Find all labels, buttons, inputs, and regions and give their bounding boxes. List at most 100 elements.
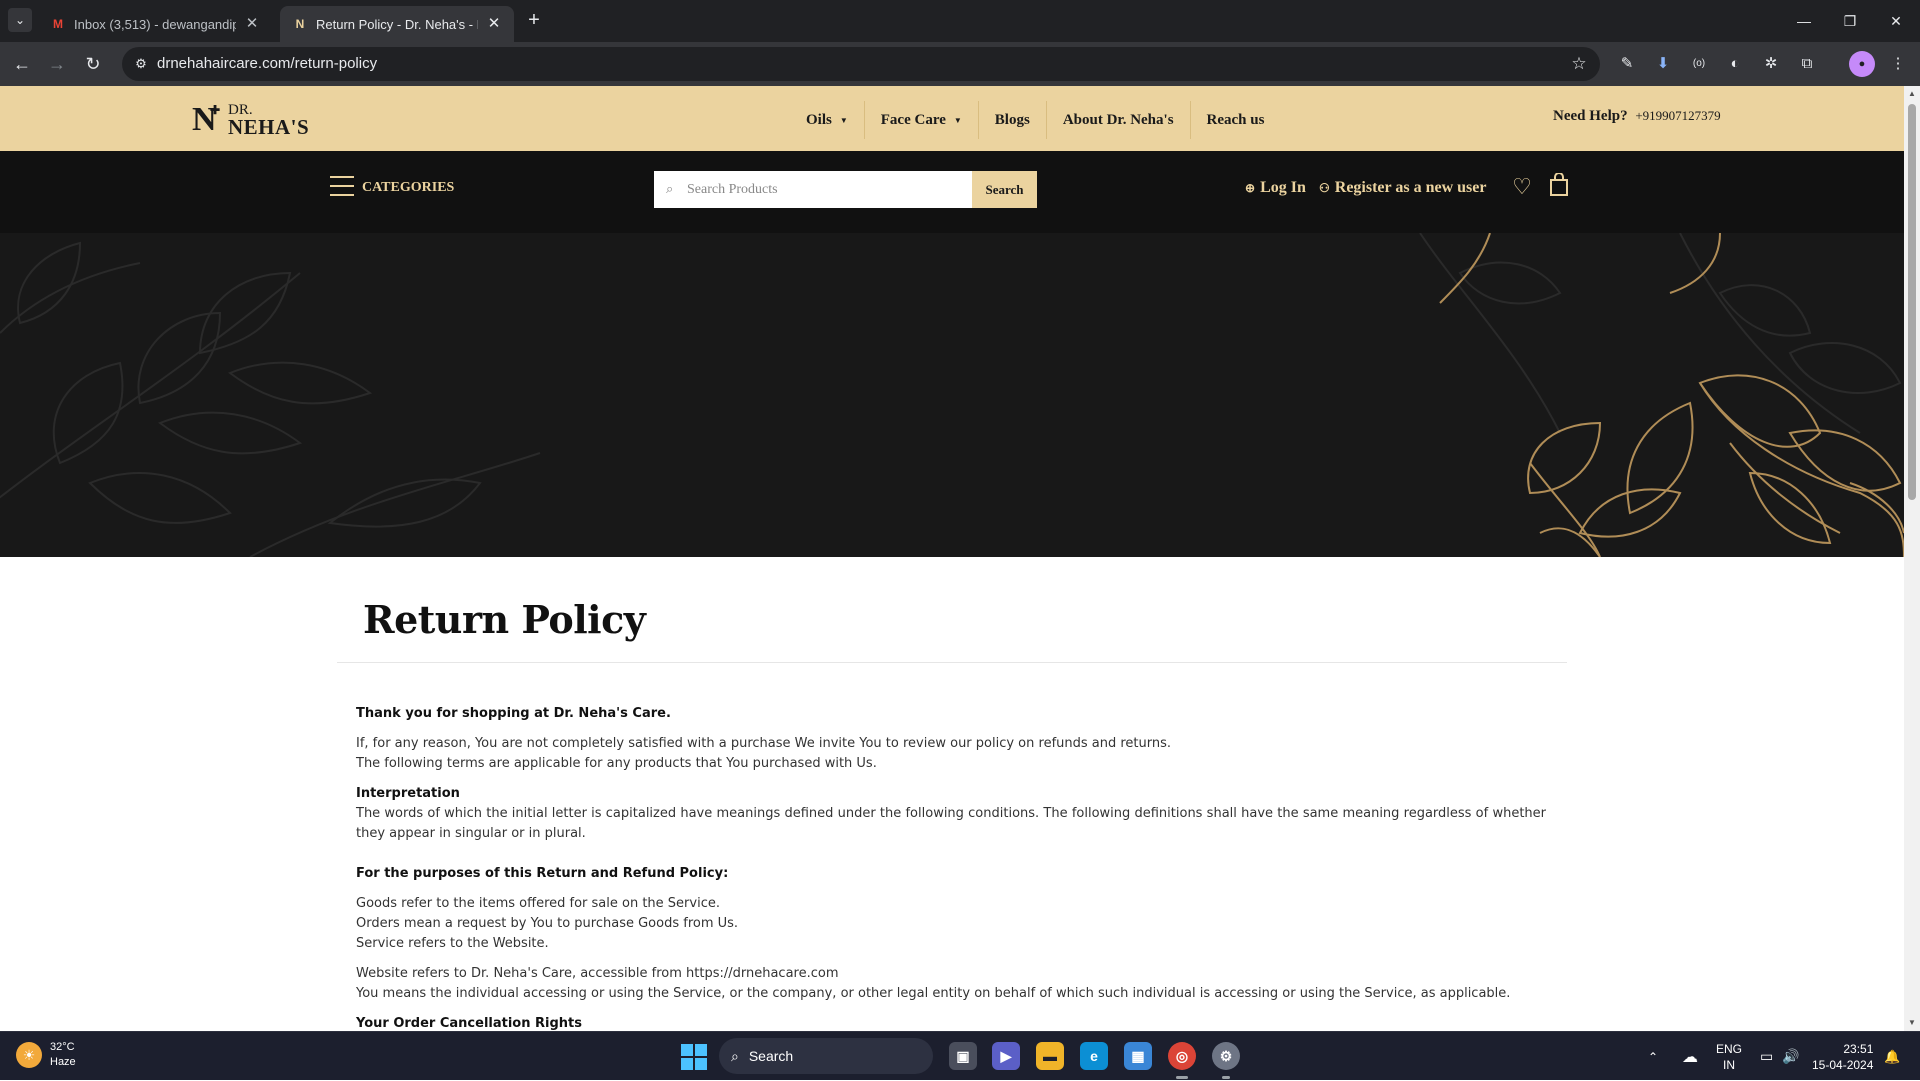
more-menu-icon[interactable]: ⋮ xyxy=(1887,53,1909,75)
help-phone-link[interactable]: +919907127379 xyxy=(1635,108,1720,123)
onedrive-cloud-icon[interactable]: ☁ xyxy=(1682,1032,1698,1081)
nav-label: Reach us xyxy=(1206,111,1265,128)
settings-gear-icon[interactable]: ⚙ xyxy=(1212,1042,1240,1070)
nav-reach-us[interactable]: Reach us xyxy=(1191,101,1281,139)
tab-title: Return Policy - Dr. Neha's - Bes xyxy=(316,16,478,32)
definition-goods: Goods refer to the items offered for sal… xyxy=(356,896,720,911)
back-arrow-icon[interactable]: ← xyxy=(8,50,36,78)
clock-date: 15-04-2024 xyxy=(1812,1057,1874,1072)
edge-browser-icon[interactable]: e xyxy=(1080,1042,1108,1070)
register-link[interactable]: ⚇ Register as a new user xyxy=(1319,179,1486,197)
wishlist-heart-icon[interactable]: ♡ xyxy=(1508,173,1536,201)
categories-menu[interactable]: CATEGORIES xyxy=(330,176,454,196)
puzzle-extensions-icon[interactable]: ⧉ xyxy=(1796,53,1818,75)
url-text[interactable]: drnehahaircare.com/return-policy xyxy=(157,47,377,81)
help-contact: Need Help? +919907127379 xyxy=(1553,108,1721,125)
nav-label: Face Care xyxy=(880,111,946,128)
taskbar-search[interactable]: ⌕ Search xyxy=(719,1038,933,1074)
nav-blogs[interactable]: Blogs xyxy=(979,101,1047,139)
scrollbar-thumb[interactable] xyxy=(1908,104,1916,500)
hero-banner xyxy=(0,233,1904,557)
clock[interactable]: 23:51 15-04-2024 xyxy=(1812,1032,1873,1081)
language-indicator[interactable]: ENG IN xyxy=(1716,1032,1742,1081)
forward-arrow-icon[interactable]: → xyxy=(43,50,71,78)
search-icon: ⌕ xyxy=(666,181,674,196)
logo-neha: NEHA'S xyxy=(228,115,310,139)
site-info-icon[interactable]: ⚙ xyxy=(132,55,150,73)
close-tab-icon[interactable]: ✕ xyxy=(486,16,502,32)
scroll-down-arrow-icon[interactable]: ▼ xyxy=(1904,1015,1920,1031)
search-icon: ⌕ xyxy=(731,1047,739,1064)
nav-label: About Dr. Neha's xyxy=(1062,111,1174,128)
scroll-up-arrow-icon[interactable]: ▲ xyxy=(1904,86,1920,102)
volume-icon[interactable]: 🔊 xyxy=(1782,1032,1799,1081)
intro-paragraph-2: The following terms are applicable for a… xyxy=(356,756,877,771)
weather-temp: 32°C xyxy=(50,1041,75,1053)
bookmark-star-icon[interactable]: ☆ xyxy=(1568,53,1590,75)
categories-label: CATEGORIES xyxy=(362,180,455,195)
leaf-pattern-decoration xyxy=(0,233,1904,557)
address-bar[interactable]: ⚙ drnehahaircare.com/return-policy ☆ xyxy=(122,47,1600,81)
title-divider xyxy=(337,662,1567,663)
page-scrollbar[interactable]: ▲ ▼ xyxy=(1904,86,1920,1031)
hamburger-menu-icon xyxy=(330,176,354,196)
network-icon[interactable]: ▭ xyxy=(1760,1032,1773,1081)
teams-chat-icon[interactable]: ▶ xyxy=(992,1042,1020,1070)
main-nav: Oils ▼ Face Care ▼ Blogs About Dr. Neha's … xyxy=(790,101,1280,139)
circle-extension-icon[interactable]: ◐ xyxy=(1724,53,1746,75)
new-tab-plus-icon[interactable]: + xyxy=(520,6,548,34)
definition-website: Website refers to Dr. Neha's Care, acces… xyxy=(356,966,839,981)
download-extension-icon[interactable]: ⬇ xyxy=(1652,53,1674,75)
taskbar-search-label: Search xyxy=(748,1048,794,1064)
search-input[interactable] xyxy=(654,171,972,208)
shopping-bag-icon[interactable] xyxy=(1545,172,1573,201)
search-button[interactable]: Search xyxy=(972,171,1037,208)
weather-haze-icon: ☀ xyxy=(16,1042,42,1068)
tray-overflow-chevron-icon[interactable]: ⌃ xyxy=(1648,1032,1658,1081)
nav-face-care[interactable]: Face Care ▼ xyxy=(865,101,979,139)
logo-cross-icon: ✚ xyxy=(210,103,221,117)
tab-search-chevron-down-icon[interactable]: ⌄ xyxy=(8,8,32,32)
pen-extension-icon[interactable]: ✎ xyxy=(1616,53,1638,75)
weather-widget[interactable]: ☀ 32°C Haze xyxy=(16,1040,76,1070)
nav-oils[interactable]: Oils ▼ xyxy=(790,101,865,139)
user-add-icon: ⚇ xyxy=(1319,180,1330,195)
close-tab-icon[interactable]: ✕ xyxy=(244,16,260,32)
nav-about[interactable]: About Dr. Neha's xyxy=(1047,101,1191,139)
brand-logo[interactable]: N ✚ DR. NEHA'S xyxy=(192,102,312,140)
tab-gmail-inbox[interactable]: M Inbox (3,513) - dewangandipen ✕ xyxy=(38,6,272,42)
caret-down-icon: ▼ xyxy=(839,115,848,125)
weather-condition: Haze xyxy=(50,1056,76,1068)
page-viewport: N ✚ DR. NEHA'S Oils ▼ Face Care ▼ Blogs Ab… xyxy=(0,86,1904,1031)
file-explorer-icon[interactable]: ▬ xyxy=(1036,1042,1064,1070)
bracket-extension-icon[interactable]: (o) xyxy=(1688,53,1710,75)
tab-return-policy[interactable]: N Return Policy - Dr. Neha's - Bes ✕ xyxy=(280,6,514,42)
login-link[interactable]: ⊕ Log In xyxy=(1245,179,1306,197)
windows-start-icon[interactable] xyxy=(681,1044,707,1070)
browser-tab-strip: ⌄ M Inbox (3,513) - dewangandipen ✕ N Re… xyxy=(0,0,1920,42)
chrome-icon[interactable]: ◎ xyxy=(1168,1042,1196,1070)
close-window-icon[interactable]: ✕ xyxy=(1873,0,1919,42)
site-favicon-icon: N xyxy=(295,17,305,31)
definition-you: You means the individual accessing or us… xyxy=(356,986,1511,1001)
microsoft-store-icon[interactable]: ▦ xyxy=(1124,1042,1152,1070)
settings-running-indicator xyxy=(1222,1076,1230,1079)
definition-orders: Orders mean a request by You to purchase… xyxy=(356,916,739,931)
register-label: Register as a new user xyxy=(1334,179,1487,196)
gear-extension-icon[interactable]: ✲ xyxy=(1760,53,1782,75)
nav-label: Blogs xyxy=(994,111,1030,128)
help-label: Need Help? xyxy=(1553,108,1628,124)
task-view-icon[interactable]: ▣ xyxy=(949,1042,977,1070)
policy-text: Thank you for shopping at Dr. Neha's Car… xyxy=(356,704,1546,1031)
clock-time: 23:51 xyxy=(1843,1041,1874,1056)
nav-label: Oils xyxy=(806,111,832,128)
purposes-heading: For the purposes of this Return and Refu… xyxy=(356,866,729,881)
intro-heading: Thank you for shopping at Dr. Neha's Car… xyxy=(356,706,671,721)
reload-icon[interactable]: ↻ xyxy=(79,50,107,78)
profile-avatar-icon[interactable]: ● xyxy=(1849,51,1875,77)
notification-bell-icon[interactable]: 🔔 xyxy=(1884,1032,1900,1081)
intro-paragraph-1: If, for any reason, You are not complete… xyxy=(356,736,1172,751)
restore-icon[interactable]: ❐ xyxy=(1827,0,1873,42)
definition-service: Service refers to the Website. xyxy=(356,936,549,951)
minimize-icon[interactable]: — xyxy=(1781,0,1827,42)
